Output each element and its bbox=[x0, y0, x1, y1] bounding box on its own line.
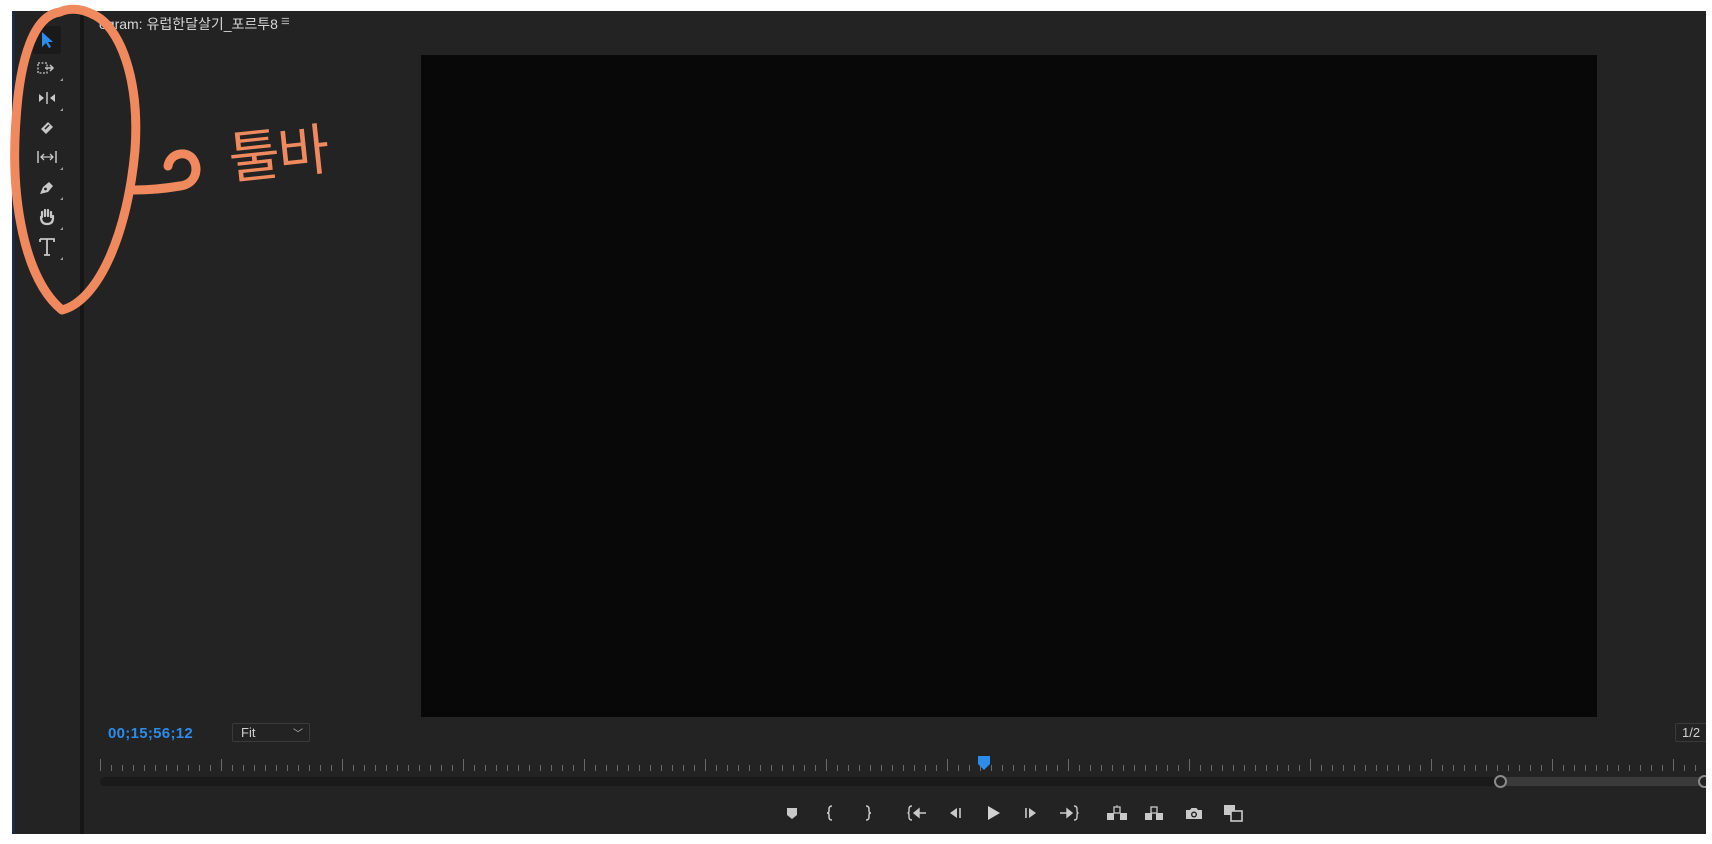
hand-icon bbox=[39, 208, 55, 226]
type-tool-button[interactable] bbox=[33, 233, 63, 261]
hand-tool-button[interactable] bbox=[33, 203, 63, 231]
add-marker-button[interactable] bbox=[779, 800, 805, 826]
panel-title[interactable]: ogram: 유럽한달살기_포르투8 bbox=[99, 14, 278, 34]
type-icon bbox=[39, 238, 55, 256]
razor-icon bbox=[41, 122, 53, 134]
tool-group-indicator bbox=[60, 197, 63, 200]
ripple-edit-icon bbox=[39, 92, 55, 104]
pen-icon bbox=[40, 182, 53, 194]
tool-group-indicator bbox=[60, 167, 63, 170]
razor-tool-button[interactable] bbox=[33, 113, 61, 141]
mark-in-icon bbox=[826, 805, 833, 821]
selection-arrow-icon bbox=[42, 32, 53, 48]
transport-controls bbox=[84, 800, 1706, 828]
mark-out-icon bbox=[865, 805, 872, 821]
tool-group-indicator bbox=[60, 257, 63, 260]
zoom-level-value: Fit bbox=[241, 725, 256, 740]
extract-icon bbox=[1145, 806, 1163, 820]
playback-resolution-value: 1/2 bbox=[1682, 725, 1701, 740]
slip-tool-button[interactable] bbox=[33, 143, 63, 171]
play-button[interactable] bbox=[980, 800, 1006, 826]
program-monitor-panel: ogram: 유럽한달살기_포르투8 ≡ 00;15;56;12 Fit ﹀ 1… bbox=[84, 11, 1706, 834]
step-forward-icon bbox=[1025, 808, 1036, 818]
zoom-scroll-thumb[interactable] bbox=[1499, 777, 1706, 786]
step-forward-button[interactable] bbox=[1018, 800, 1044, 826]
marker-icon bbox=[787, 808, 797, 819]
playhead-timecode[interactable]: 00;15;56;12 bbox=[108, 725, 193, 742]
lift-button[interactable] bbox=[1104, 800, 1130, 826]
go-to-in-icon bbox=[907, 805, 926, 821]
zoom-scroll-bar[interactable] bbox=[100, 775, 1706, 788]
go-to-out-icon bbox=[1060, 805, 1079, 821]
step-back-button[interactable] bbox=[942, 800, 968, 826]
export-frame-button[interactable] bbox=[1181, 800, 1207, 826]
hamburger-menu-icon[interactable]: ≡ bbox=[281, 13, 290, 30]
comparison-view-icon bbox=[1224, 805, 1243, 822]
playhead-indicator-icon[interactable] bbox=[977, 755, 991, 771]
zoom-level-select[interactable]: Fit ﹀ bbox=[232, 723, 310, 742]
slip-icon bbox=[37, 151, 57, 163]
lift-icon bbox=[1107, 805, 1127, 820]
mark-in-button[interactable] bbox=[817, 800, 843, 826]
zoom-scroll-handle-right[interactable] bbox=[1698, 775, 1706, 788]
track-select-tool-button[interactable] bbox=[33, 54, 63, 82]
ripple-edit-tool-button[interactable] bbox=[33, 84, 63, 112]
tool-group-indicator bbox=[60, 108, 63, 111]
track-select-forward-icon bbox=[37, 62, 55, 74]
selection-tool-button[interactable] bbox=[33, 26, 61, 54]
zoom-scroll-handle-left[interactable] bbox=[1494, 775, 1507, 788]
annotation-label: 툴바 bbox=[225, 117, 331, 193]
step-back-icon bbox=[950, 808, 961, 818]
pen-tool-button[interactable] bbox=[33, 173, 63, 201]
mark-out-button[interactable] bbox=[855, 800, 881, 826]
tools-panel bbox=[15, 11, 84, 834]
playback-resolution-select[interactable]: 1/2 bbox=[1675, 723, 1706, 742]
time-ruler[interactable] bbox=[100, 759, 1706, 771]
tool-group-indicator bbox=[60, 78, 63, 81]
comparison-view-button[interactable] bbox=[1220, 800, 1246, 826]
chevron-down-icon: ﹀ bbox=[293, 729, 303, 740]
tool-group-indicator bbox=[60, 227, 63, 230]
go-to-out-button[interactable] bbox=[1056, 800, 1082, 826]
go-to-in-button[interactable] bbox=[904, 800, 930, 826]
play-icon bbox=[988, 806, 1000, 820]
camera-icon bbox=[1186, 808, 1202, 819]
program-monitor-viewport[interactable] bbox=[421, 55, 1597, 717]
extract-button[interactable] bbox=[1142, 800, 1168, 826]
